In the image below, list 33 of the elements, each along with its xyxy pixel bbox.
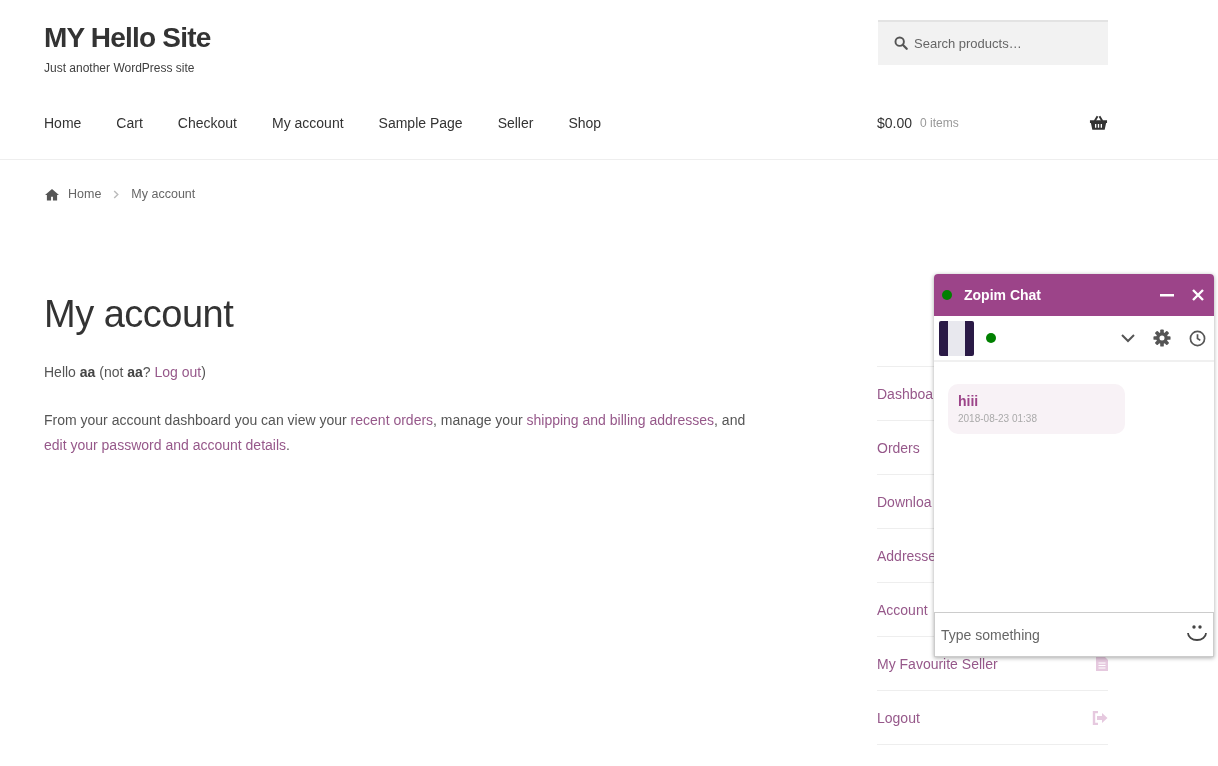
- smiley-icon[interactable]: [1186, 624, 1208, 642]
- history-icon[interactable]: [1189, 329, 1206, 347]
- cart-summary[interactable]: $0.00 0 items: [877, 115, 1108, 131]
- paragraph: Hello aa (not aa? Log out): [44, 363, 207, 382]
- sign-out-icon: [1092, 710, 1108, 725]
- search-field[interactable]: Search products…: [878, 20, 1108, 65]
- chevron-icon: [113, 189, 120, 199]
- message-text: hiii: [958, 393, 980, 409]
- nav-link[interactable]: My account: [271, 115, 344, 131]
- chat-title: Zopim Chat: [964, 287, 1041, 303]
- nav-link[interactable]: Checkout: [177, 115, 237, 131]
- close-icon[interactable]: [1192, 289, 1204, 301]
- site-tagline: Just another WordPress site: [44, 61, 196, 75]
- chevron-down-icon[interactable]: [1121, 333, 1135, 343]
- nav-link[interactable]: Home: [44, 115, 82, 131]
- nav-link[interactable]: Seller: [497, 115, 534, 131]
- basket-icon: [1089, 115, 1108, 131]
- message-input[interactable]: Type something: [934, 612, 1214, 657]
- site-title[interactable]: MY Hello Site: [44, 22, 211, 54]
- account-nav-link[interactable]: Logout: [877, 691, 1108, 745]
- breadcrumb-link[interactable]: Home: [68, 187, 102, 201]
- paragraph: From your account dashboard you can view your recent orders, manage your shipping and billing addresses, and edit your password and account details.: [44, 411, 747, 455]
- breadcrumb-current: My account: [131, 187, 196, 201]
- page-title: My account: [44, 293, 235, 336]
- home-icon: [44, 187, 60, 201]
- nav-link[interactable]: Cart: [116, 115, 143, 131]
- settings-icon[interactable]: [1153, 329, 1171, 347]
- nav-link[interactable]: Sample Page: [378, 115, 463, 131]
- minimize-icon[interactable]: [1160, 293, 1174, 297]
- avatar-image: [939, 320, 974, 356]
- text-link[interactable]: Log out: [154, 364, 202, 380]
- message-time: 2018-08-23 01:38: [958, 413, 1038, 424]
- nav-link[interactable]: Shop: [568, 115, 602, 131]
